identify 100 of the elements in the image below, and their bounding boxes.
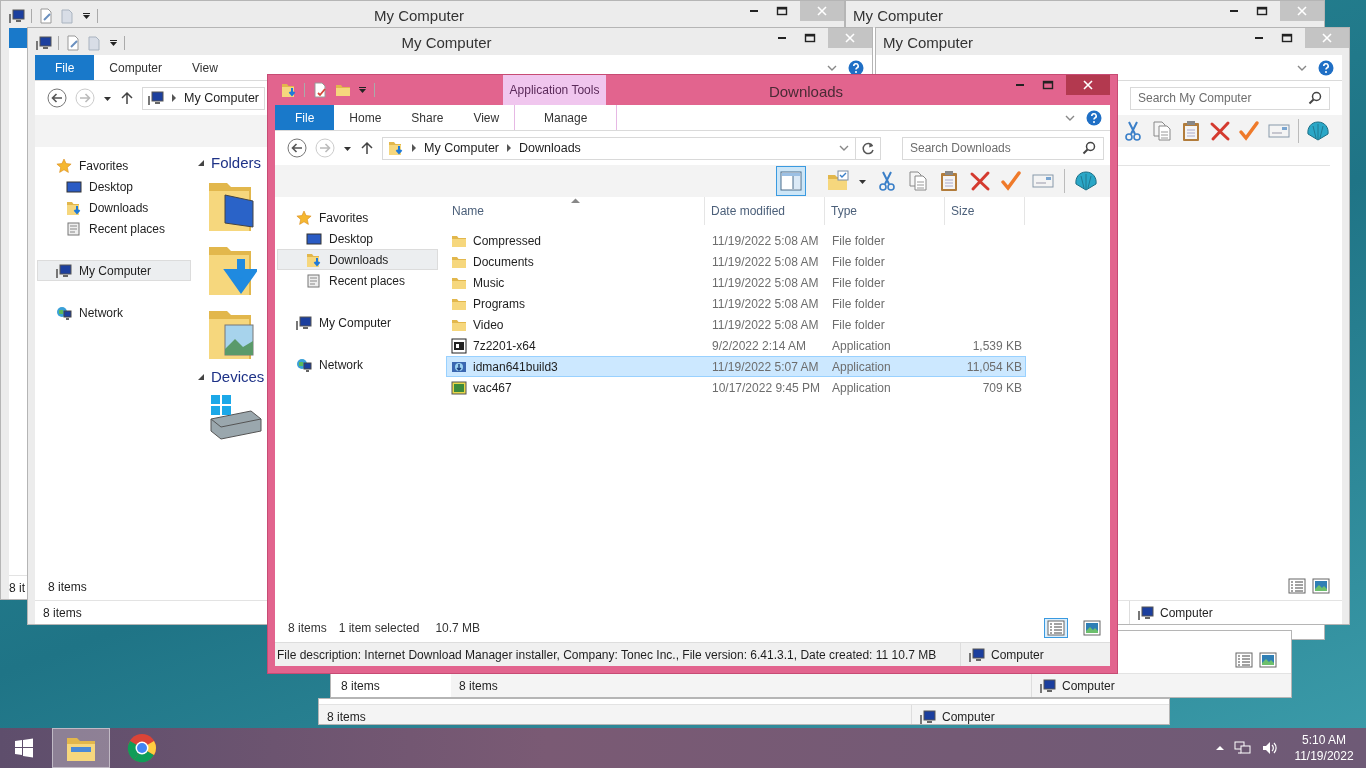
maximize-icon	[804, 32, 816, 44]
file-row[interactable]: idman641build3 11/19/2022 5:07 AM Application 11,054 KB	[446, 356, 1026, 377]
nav-item[interactable]: My Computer	[277, 312, 438, 333]
paste-button[interactable]	[938, 170, 960, 192]
cut-button[interactable]	[1122, 120, 1144, 142]
delete-button[interactable]	[1209, 120, 1231, 142]
paste-button[interactable]	[1180, 120, 1202, 142]
new-folder-icon[interactable]	[335, 82, 351, 98]
nav-item[interactable]: Downloads	[37, 197, 191, 218]
breadcrumb[interactable]: Downloads	[519, 141, 581, 155]
check-button[interactable]	[1000, 170, 1022, 192]
ribbon-tab[interactable]: View	[458, 105, 515, 130]
ribbon-tab[interactable]: Share	[396, 105, 459, 130]
preview-pane-icon	[780, 170, 802, 192]
expanded-arrow-icon[interactable]	[197, 158, 205, 167]
file-type: Application	[831, 380, 892, 395]
minimize-icon	[1016, 84, 1024, 86]
ribbon-tab[interactable]: View	[177, 55, 233, 80]
file-row[interactable]: Documents 11/19/2022 5:08 AM File folder	[446, 251, 1026, 272]
ribbon-tab[interactable]: File	[275, 105, 335, 130]
cut-icon	[876, 170, 898, 192]
close-icon	[844, 32, 856, 44]
nav-item[interactable]: My Computer	[37, 260, 191, 281]
date-modified: 11/19/2022 5:08 AM	[711, 296, 820, 311]
details-view-button[interactable]	[1235, 652, 1253, 668]
copy-button[interactable]	[907, 170, 929, 192]
delete-icon	[1209, 120, 1231, 142]
check-icon	[1238, 120, 1260, 142]
column-header[interactable]: Date modified	[705, 197, 825, 225]
ribbon-tab[interactable]: Home	[334, 105, 397, 130]
date-modified: 11/19/2022 5:07 AM	[711, 359, 820, 374]
details-view-button[interactable]	[1288, 578, 1306, 594]
large-icons-view-button[interactable]	[1259, 652, 1277, 668]
file-row[interactable]: vac467 10/17/2022 9:45 PM Application 709 KB	[446, 377, 1026, 398]
breadcrumb[interactable]: My Computer	[184, 91, 260, 105]
window-title: My Computer	[400, 33, 493, 51]
column-header[interactable]: Size	[945, 197, 1025, 225]
nav-item[interactable]: Desktop	[37, 176, 191, 197]
nav-item[interactable]: Desktop	[277, 228, 438, 249]
star-icon	[56, 157, 72, 174]
refresh-icon[interactable]	[861, 141, 875, 155]
recent-places-icon	[306, 272, 322, 289]
shell-button[interactable]	[1074, 169, 1098, 193]
help-icon[interactable]	[848, 59, 864, 76]
properties-icon[interactable]	[38, 8, 54, 24]
column-header[interactable]: Type	[825, 197, 945, 225]
computer-icon	[1138, 604, 1154, 621]
customize-caret-icon[interactable]	[82, 11, 91, 21]
properties-icon[interactable]	[65, 35, 81, 51]
breadcrumb[interactable]: My Computer	[424, 141, 500, 155]
check-button[interactable]	[1238, 120, 1260, 142]
details-view-button[interactable]	[1044, 618, 1068, 638]
show-hidden-icons-icon[interactable]	[1215, 743, 1225, 753]
large-icons-view-button[interactable]	[1312, 578, 1330, 594]
ribbon-tab[interactable]: File	[35, 55, 95, 80]
file-row[interactable]: Music 11/19/2022 5:08 AM File folder	[446, 272, 1026, 293]
delete-button[interactable]	[969, 170, 991, 192]
clock[interactable]: 5:10 AM 11/19/2022	[1288, 732, 1360, 764]
file-row[interactable]: 7z2201-x64 9/2/2022 2:14 AM Application 1,539 KB	[446, 335, 1026, 356]
search-field[interactable]: Search Downloads	[902, 136, 1104, 160]
volume-icon[interactable]	[1261, 740, 1279, 756]
close-button[interactable]	[1066, 75, 1110, 95]
nav-item[interactable]: Favorites	[37, 155, 191, 176]
search-field[interactable]: Search My Computer	[1130, 86, 1330, 110]
up-button[interactable]	[120, 91, 134, 105]
preview-pane-button[interactable]	[776, 166, 806, 196]
up-button[interactable]	[360, 141, 374, 155]
address-bar[interactable]: My Computer Downloads	[382, 136, 856, 160]
file-row[interactable]: Compressed 11/19/2022 5:08 AM File folder	[446, 230, 1026, 251]
customize-caret-icon[interactable]	[109, 38, 118, 48]
nav-item[interactable]: Recent places	[37, 218, 191, 239]
file-name: Documents	[473, 254, 534, 269]
location-label: Computer	[942, 709, 995, 724]
properties-icon[interactable]	[312, 82, 328, 98]
shell-button[interactable]	[1306, 119, 1330, 143]
shell-icon	[1074, 169, 1098, 193]
help-icon[interactable]	[1318, 59, 1334, 76]
network-tray-icon[interactable]	[1234, 740, 1252, 756]
help-icon[interactable]	[1086, 109, 1102, 126]
file-row[interactable]: Video 11/19/2022 5:08 AM File folder	[446, 314, 1026, 335]
expanded-arrow-icon[interactable]	[197, 372, 205, 381]
large-icons-view-button[interactable]	[1080, 618, 1104, 638]
nav-item[interactable]: Network	[37, 302, 191, 323]
new-folder-button[interactable]	[827, 170, 849, 192]
ribbon-tab[interactable]: Computer	[94, 55, 178, 80]
column-header[interactable]: Name	[446, 197, 705, 225]
back-button[interactable]	[47, 88, 67, 108]
cut-button[interactable]	[876, 170, 898, 192]
nav-item[interactable]: Network	[277, 354, 438, 375]
nav-item[interactable]: Favorites	[277, 207, 438, 228]
file-row[interactable]: Programs 11/19/2022 5:08 AM File folder	[446, 293, 1026, 314]
nav-item[interactable]: Recent places	[277, 270, 438, 291]
copy-button[interactable]	[1151, 120, 1173, 142]
nav-item[interactable]: Downloads	[277, 249, 438, 270]
computer-icon	[148, 90, 164, 106]
address-bar[interactable]: My Computer	[142, 86, 266, 110]
back-button[interactable]	[287, 138, 307, 158]
search-icon	[1308, 91, 1322, 105]
file-type: File folder	[831, 317, 886, 332]
ribbon-tab[interactable]: Manage	[514, 105, 618, 130]
